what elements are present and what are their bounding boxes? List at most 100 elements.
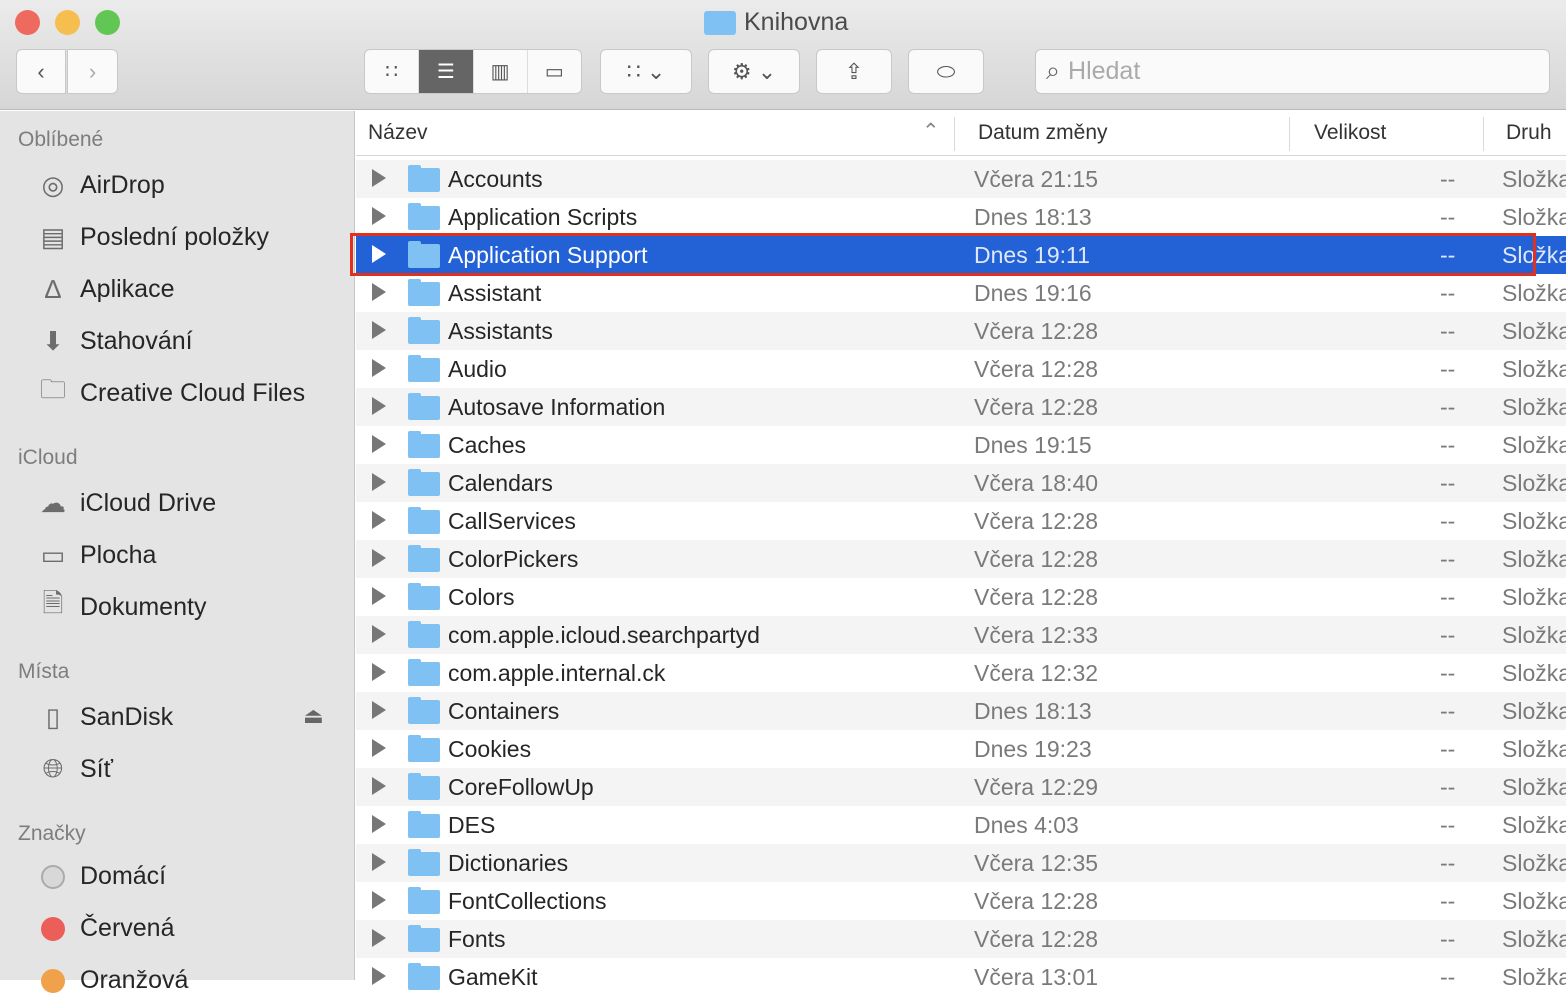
disclosure-triangle-icon[interactable] [372, 663, 386, 681]
table-row[interactable]: Fonts Včera 12:28 -- Složka [356, 920, 1566, 958]
table-row[interactable]: GameKit Včera 13:01 -- Složka [356, 958, 1566, 996]
icon-view-button[interactable]: ∷ [365, 50, 420, 93]
file-size: -- [1440, 850, 1456, 876]
disclosure-triangle-icon[interactable] [372, 739, 386, 757]
sidebar-item-documents[interactable]: 🗎 Dokumenty [36, 588, 207, 624]
sidebar-item-applications[interactable]: ∆ Aplikace [36, 272, 174, 306]
disclosure-triangle-icon[interactable] [372, 967, 386, 985]
folder-icon [408, 887, 440, 914]
column-size-header[interactable]: Velikost [1314, 121, 1386, 145]
table-row[interactable]: Assistants Včera 12:28 -- Složka [356, 312, 1566, 350]
table-row[interactable]: com.apple.icloud.searchpartyd Včera 12:33… [356, 616, 1566, 654]
disclosure-triangle-icon[interactable] [372, 473, 386, 491]
table-row[interactable]: Application Scripts Dnes 18:13 -- Složka [356, 198, 1566, 236]
disclosure-triangle-icon[interactable] [372, 511, 386, 529]
back-button[interactable]: ‹ [16, 49, 66, 94]
file-name: Colors [448, 584, 515, 610]
table-row[interactable]: Assistant Dnes 19:16 -- Složka [356, 274, 1566, 312]
share-button[interactable]: ⇪ [816, 49, 892, 94]
search-field[interactable]: ⌕ Hledat [1035, 49, 1550, 94]
sidebar-item-icloud-drive[interactable]: ☁ iCloud Drive [36, 486, 216, 520]
zoom-button[interactable] [95, 10, 120, 35]
disclosure-triangle-icon[interactable] [372, 625, 386, 643]
column-view-button[interactable]: ▥ [474, 50, 528, 93]
disclosure-triangle-icon[interactable] [372, 777, 386, 795]
tags-button[interactable]: ⬭ [908, 49, 984, 94]
sidebar-item-tag-orange[interactable]: Oranžová [36, 966, 188, 995]
sidebar-item-label: AirDrop [80, 170, 165, 199]
file-kind: Složka [1502, 394, 1566, 420]
gallery-view-button[interactable]: ▭ [528, 50, 581, 93]
disclosure-triangle-icon[interactable] [372, 169, 386, 187]
table-row[interactable]: Cookies Dnes 19:23 -- Složka [356, 730, 1566, 768]
disclosure-triangle-icon[interactable] [372, 207, 386, 225]
disclosure-triangle-icon[interactable] [372, 359, 386, 377]
file-date: Včera 12:32 [974, 660, 1099, 686]
table-row[interactable]: Colors Včera 12:28 -- Složka [356, 578, 1566, 616]
table-row[interactable]: CoreFollowUp Včera 12:29 -- Složka [356, 768, 1566, 806]
file-name: Assistants [448, 318, 553, 344]
close-button[interactable] [15, 10, 40, 35]
file-date: Včera 12:35 [974, 850, 1099, 876]
table-row[interactable]: Calendars Včera 18:40 -- Složka [356, 464, 1566, 502]
table-row[interactable]: Containers Dnes 18:13 -- Složka [356, 692, 1566, 730]
table-row[interactable]: ColorPickers Včera 12:28 -- Složka [356, 540, 1566, 578]
disclosure-triangle-icon[interactable] [372, 587, 386, 605]
file-name: DES [448, 812, 496, 838]
disclosure-triangle-icon[interactable] [372, 853, 386, 871]
disclosure-triangle-icon[interactable] [372, 283, 386, 301]
sidebar-item-downloads[interactable]: ⬇ Stahování [36, 324, 193, 358]
table-row[interactable]: CallServices Včera 12:28 -- Složka [356, 502, 1566, 540]
disclosure-triangle-icon[interactable] [372, 701, 386, 719]
file-date: Včera 18:40 [974, 470, 1099, 496]
sidebar-item-creative-cloud[interactable]: 🗀 Creative Cloud Files [36, 374, 305, 410]
sidebar-item-label: Síť [80, 754, 113, 783]
sidebar-item-recents[interactable]: ▤ Poslední položky [36, 220, 269, 254]
sidebar-item-airdrop[interactable]: ◎ AirDrop [36, 168, 165, 202]
column-name-header[interactable]: Název [368, 121, 428, 145]
list-view-button[interactable]: ☰ [419, 50, 474, 93]
minimize-button[interactable] [55, 10, 80, 35]
tag-icon: ⬭ [936, 58, 956, 84]
table-row[interactable]: Dictionaries Včera 12:35 -- Složka [356, 844, 1566, 882]
table-row[interactable]: com.apple.internal.ck Včera 12:32 -- Složka [356, 654, 1566, 692]
disclosure-triangle-icon[interactable] [372, 397, 386, 415]
table-row[interactable]: Autosave Information Včera 12:28 -- Složka [356, 388, 1566, 426]
file-size: -- [1440, 166, 1456, 192]
disclosure-triangle-icon[interactable] [372, 321, 386, 339]
disclosure-triangle-icon[interactable] [372, 815, 386, 833]
folder-icon [408, 697, 440, 724]
table-row[interactable]: DES Dnes 4:03 -- Složka [356, 806, 1566, 844]
file-kind: Složka [1502, 774, 1566, 800]
sort-ascending-icon[interactable]: ⌃ [922, 119, 940, 144]
column-kind-header[interactable]: Druh [1506, 121, 1552, 145]
eject-icon[interactable]: ⏏ [303, 703, 324, 729]
sidebar-item-network[interactable]: 🌐︎ Síť [36, 752, 113, 786]
group-button[interactable]: ∷ ⌄ [600, 49, 692, 94]
sidebar-item-sandisk[interactable]: ▯ SanDisk [36, 700, 173, 734]
table-row[interactable]: Accounts Včera 21:15 -- Složka [356, 160, 1566, 198]
column-header: Název ⌃ Datum změny Velikost Druh [356, 111, 1566, 156]
disclosure-triangle-icon[interactable] [372, 245, 386, 263]
table-row[interactable]: FontCollections Včera 12:28 -- Složka [356, 882, 1566, 920]
sidebar-item-tag-red[interactable]: Červená [36, 914, 175, 943]
file-date: Dnes 19:16 [974, 280, 1092, 306]
sidebar-item-tag-home[interactable]: Domácí [36, 862, 166, 891]
disclosure-triangle-icon[interactable] [372, 891, 386, 909]
file-date: Včera 12:28 [974, 584, 1099, 610]
forward-button[interactable]: › [67, 49, 118, 94]
disclosure-triangle-icon[interactable] [372, 435, 386, 453]
file-date: Včera 12:33 [974, 622, 1099, 648]
action-button[interactable]: ⚙ ⌄ [708, 49, 800, 94]
file-name: ColorPickers [448, 546, 579, 572]
column-date-header[interactable]: Datum změny [978, 121, 1108, 145]
sidebar-item-desktop[interactable]: ▭ Plocha [36, 538, 157, 572]
disclosure-triangle-icon[interactable] [372, 549, 386, 567]
file-date: Dnes 4:03 [974, 812, 1079, 838]
file-date: Včera 12:28 [974, 888, 1099, 914]
disclosure-triangle-icon[interactable] [372, 929, 386, 947]
table-row[interactable]: Audio Včera 12:28 -- Složka [356, 350, 1566, 388]
table-row[interactable]: Caches Dnes 19:15 -- Složka [356, 426, 1566, 464]
table-row[interactable]: Application Support Dnes 19:11 -- Složka [356, 236, 1566, 274]
file-size: -- [1440, 242, 1456, 268]
